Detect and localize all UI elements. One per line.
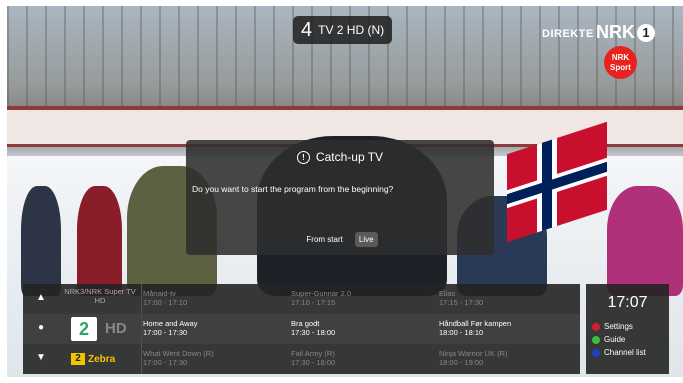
- from-start-button[interactable]: From start: [302, 232, 346, 247]
- spectator: [77, 186, 122, 296]
- program-time: 17:00 - 17:30: [143, 358, 188, 367]
- program-time: 17:00 - 17:10: [143, 298, 188, 307]
- arrow-down-icon[interactable]: ▼: [33, 352, 49, 366]
- clock: 17:07: [607, 294, 648, 311]
- program-time: 17:15 - 17:30: [439, 298, 484, 307]
- program-title: Elias: [439, 289, 456, 298]
- red-button-icon: [592, 322, 600, 331]
- nrk-sport-line2: Sport: [610, 62, 631, 72]
- dialog-buttons: From start Live: [186, 232, 494, 247]
- program-cell[interactable]: Home and Away 17:00 - 17:30: [143, 319, 197, 337]
- select-dot-icon[interactable]: ●: [33, 322, 49, 336]
- channel-name: NRK3/NRK Super TV HD: [64, 287, 136, 305]
- channel-name: TV 2 HD (N): [318, 23, 385, 37]
- program-cell[interactable]: Ninja Warrior UK (R) 18:00 - 19:00: [439, 349, 507, 367]
- info-icon: !: [296, 150, 310, 164]
- program-title: Håndball Før kampen: [439, 319, 512, 328]
- hd-label: HD: [105, 320, 127, 337]
- nrk1-logo: NRK 1: [596, 22, 655, 43]
- program-guide: ▲ NRK3/NRK Super TV HD Månaid-tv 17:00 -…: [23, 284, 580, 374]
- program-time: 17:00 - 17:30: [143, 328, 188, 337]
- program-cell[interactable]: Elias 17:15 - 17:30: [439, 289, 483, 307]
- program-time: 18:00 - 19:00: [439, 358, 484, 367]
- zebra-logo-text: Zebra: [88, 353, 116, 365]
- catchup-dialog: ! Catch-up TV Do you want to start the p…: [186, 140, 494, 255]
- side-panel: 17:07 Settings Guide Channel list: [586, 284, 669, 374]
- live-button[interactable]: Live: [354, 232, 378, 247]
- spectator: [21, 186, 61, 296]
- program-title: Super-Gunnar 2.0: [291, 289, 352, 298]
- program-cell[interactable]: Håndball Før kampen 18:00 - 18:10: [439, 319, 511, 337]
- green-button-icon: [592, 335, 600, 344]
- blue-button-icon: [592, 348, 600, 357]
- guide-row[interactable]: ▲ NRK3/NRK Super TV HD Månaid-tv 17:00 -…: [23, 284, 580, 314]
- program-cell[interactable]: Fail Army (R) 17:30 - 18:00: [291, 349, 335, 367]
- program-cell[interactable]: Bra godt 17:30 - 18:00: [291, 319, 335, 337]
- program-title: Bra godt: [291, 319, 320, 328]
- guide-row-current[interactable]: ● 2 HD Home and Away 17:00 - 17:30 Bra g…: [23, 314, 580, 344]
- dialog-title: Catch-up TV: [315, 150, 384, 164]
- tv2-zebra-logo: 2 Zebra: [71, 353, 115, 365]
- arrow-up-icon[interactable]: ▲: [33, 292, 49, 306]
- nrk1-brand: NRK: [596, 22, 635, 42]
- program-title: Månaid-tv: [143, 289, 176, 298]
- spectator: [607, 186, 683, 296]
- settings-option[interactable]: Settings: [592, 322, 633, 331]
- option-label: Settings: [604, 322, 633, 331]
- zebra-logo-number: 2: [71, 353, 85, 365]
- channel-list-option[interactable]: Channel list: [592, 348, 646, 357]
- program-time: 18:00 - 18:10: [439, 328, 484, 337]
- program-title: Fail Army (R): [291, 349, 335, 358]
- dialog-question: Do you want to start the program from th…: [192, 184, 394, 194]
- program-cell[interactable]: Månaid-tv 17:00 - 17:10: [143, 289, 187, 307]
- program-title: Ninja Warrior UK (R): [439, 349, 508, 358]
- option-label: Channel list: [604, 348, 646, 357]
- option-label: Guide: [604, 335, 626, 344]
- program-cell[interactable]: What Went Down (R) 17:00 - 17:30: [143, 349, 214, 367]
- nrk-sport-line1: NRK: [611, 52, 630, 62]
- nrk-sport-logo: NRK Sport: [604, 46, 637, 79]
- live-indicator: DIREKTE: [542, 28, 594, 40]
- guide-option[interactable]: Guide: [592, 335, 625, 344]
- guide-row[interactable]: ▼ 2 Zebra What Went Down (R) 17:00 - 17:…: [23, 344, 580, 374]
- dialog-header: ! Catch-up TV: [186, 150, 494, 164]
- program-time: 17:30 - 18:00: [291, 328, 336, 337]
- program-cell[interactable]: Super-Gunnar 2.0 17:10 - 17:15: [291, 289, 351, 307]
- program-title: Home and Away: [143, 319, 198, 328]
- channel-number: 4: [301, 18, 313, 41]
- program-title: What Went Down (R): [143, 349, 214, 358]
- channel-badge: 4 TV 2 HD (N): [293, 16, 393, 44]
- program-time: 17:30 - 18:00: [291, 358, 336, 367]
- tv2-logo: 2: [71, 317, 97, 341]
- nrk1-number: 1: [637, 23, 655, 42]
- program-time: 17:10 - 17:15: [291, 298, 336, 307]
